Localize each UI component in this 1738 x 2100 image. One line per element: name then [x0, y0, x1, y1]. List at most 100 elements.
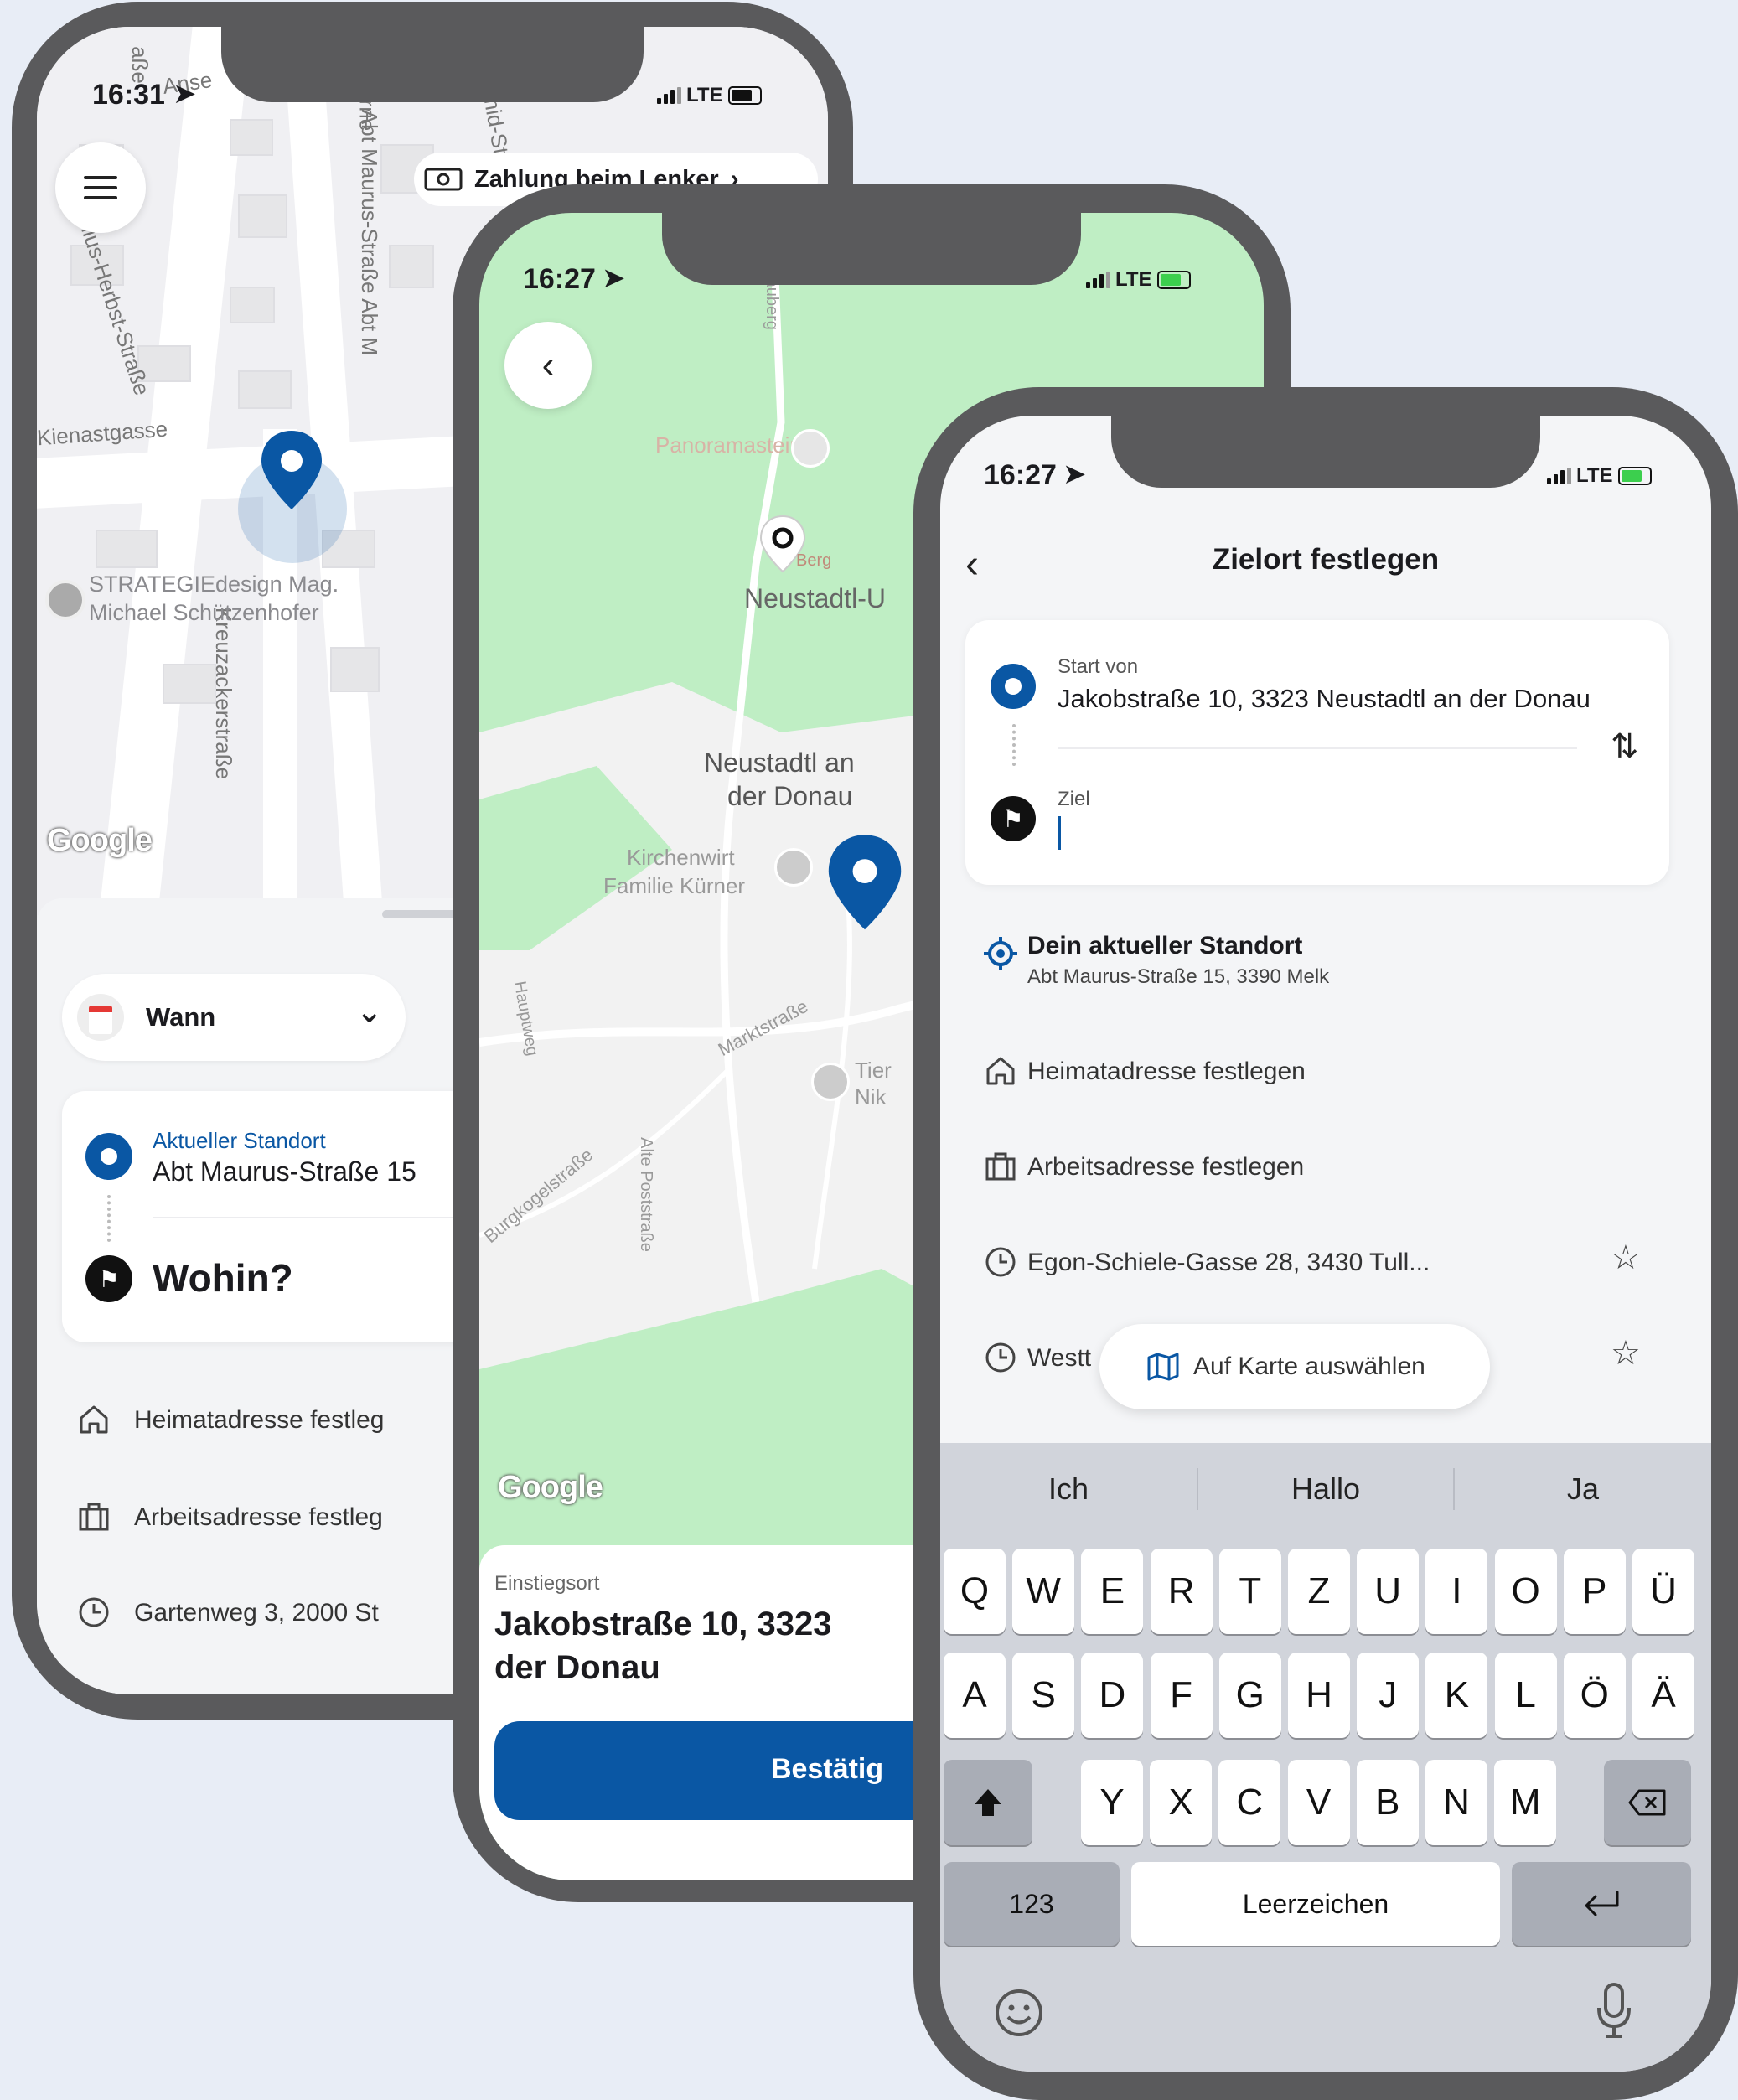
network-label: LTE	[686, 84, 723, 106]
map-icon	[1147, 1353, 1179, 1381]
key-r[interactable]: R	[1150, 1549, 1213, 1634]
menu-button[interactable]	[55, 142, 146, 233]
signal-icon	[657, 87, 681, 104]
recent-row-label[interactable]: Egon-Schiele-Gasse 28, 3430 Tull...	[1027, 1249, 1430, 1277]
briefcase-icon	[75, 1498, 112, 1535]
poi-marker-icon[interactable]	[791, 429, 830, 468]
key-b[interactable]: B	[1356, 1760, 1419, 1845]
when-selector[interactable]: Wann ⌄	[62, 974, 406, 1061]
key-k[interactable]: K	[1425, 1653, 1488, 1738]
key-s[interactable]: S	[1012, 1653, 1075, 1738]
signal-icon	[1547, 468, 1571, 484]
key-x[interactable]: X	[1150, 1760, 1213, 1845]
emoji-icon[interactable]	[994, 1988, 1044, 2038]
key-o[interactable]: O	[1494, 1549, 1557, 1634]
page-title: Zielort festlegen	[1212, 543, 1440, 576]
home-icon	[982, 1053, 1019, 1089]
location-arrow-icon: ➤	[602, 262, 626, 294]
key-p[interactable]: P	[1563, 1549, 1626, 1634]
location-arrow-icon: ➤	[173, 78, 197, 110]
current-location-title[interactable]: Dein aktueller Standort	[1027, 932, 1302, 960]
map-label: Tier	[855, 1058, 892, 1083]
return-key[interactable]	[1512, 1862, 1691, 1946]
key-f[interactable]: F	[1150, 1653, 1213, 1738]
location-pin-icon[interactable]	[258, 429, 325, 513]
work-row-label[interactable]: Arbeitsadresse festleg	[134, 1503, 383, 1532]
whereto-input[interactable]: Wohin?	[153, 1255, 293, 1301]
route-connector	[107, 1195, 114, 1242]
start-value[interactable]: Jakobstraße 10, 3323 Neustadtl an der Do…	[1058, 684, 1591, 714]
recent-row-label[interactable]: Gartenweg 3, 2000 St	[134, 1599, 379, 1627]
route-card: Start von Jakobstraße 10, 3323 Neustadtl…	[965, 620, 1669, 885]
flag-icon: ⚑	[991, 796, 1036, 841]
suggestion-word[interactable]: Ja	[1455, 1472, 1711, 1507]
shift-key[interactable]	[944, 1760, 1032, 1845]
key-l[interactable]: L	[1494, 1653, 1557, 1738]
pickup-pin-icon[interactable]	[825, 833, 905, 934]
key-w[interactable]: W	[1012, 1549, 1075, 1634]
numbers-key[interactable]: 123	[944, 1862, 1120, 1946]
star-icon[interactable]: ☆	[1611, 1334, 1641, 1373]
key-i[interactable]: I	[1425, 1549, 1488, 1634]
microphone-icon[interactable]	[1592, 1981, 1636, 2041]
poi-marker-icon[interactable]	[811, 1063, 850, 1101]
destination-caption: Ziel	[1058, 788, 1090, 810]
key-t[interactable]: T	[1218, 1549, 1281, 1634]
key-ü[interactable]: Ü	[1632, 1549, 1694, 1634]
network-label: LTE	[1576, 464, 1613, 487]
map-street-label: Alte Poststraße	[636, 1137, 655, 1252]
poi-label: Michael Schützenhofer	[89, 600, 319, 625]
backspace-key[interactable]	[1604, 1760, 1691, 1845]
swap-icon[interactable]: ⇅	[1611, 727, 1639, 766]
poi-marker-icon[interactable]	[45, 580, 85, 620]
star-icon[interactable]: ☆	[1611, 1239, 1641, 1277]
key-a[interactable]: A	[944, 1653, 1006, 1738]
key-ä[interactable]: Ä	[1632, 1653, 1694, 1738]
work-row-label[interactable]: Arbeitsadresse festlegen	[1027, 1153, 1304, 1182]
space-key[interactable]: Leerzeichen	[1131, 1862, 1500, 1946]
key-d[interactable]: D	[1081, 1653, 1144, 1738]
key-ö[interactable]: Ö	[1563, 1653, 1626, 1738]
briefcase-icon	[982, 1148, 1019, 1185]
suggestion-word[interactable]: Ich	[940, 1472, 1197, 1507]
home-row-label[interactable]: Heimatadresse festleg	[134, 1406, 384, 1435]
current-location-value[interactable]: Abt Maurus-Straße 15	[153, 1156, 416, 1187]
back-button[interactable]: ‹	[504, 322, 592, 409]
key-m[interactable]: M	[1494, 1760, 1557, 1845]
current-location-subtitle: Abt Maurus-Straße 15, 3390 Melk	[1027, 965, 1330, 988]
recent-row-label[interactable]: Westt	[1027, 1344, 1091, 1373]
key-z[interactable]: Z	[1288, 1549, 1350, 1634]
chevron-down-icon: ⌄	[355, 993, 384, 1030]
status-icons: LTE	[1547, 464, 1652, 488]
phone-right: ‹ Zielort festlegen Start von Jakobstraß…	[913, 387, 1738, 2100]
home-row-label[interactable]: Heimatadresse festlegen	[1027, 1058, 1306, 1086]
key-h[interactable]: H	[1288, 1653, 1350, 1738]
origin-dot-icon	[991, 664, 1036, 709]
key-g[interactable]: G	[1218, 1653, 1281, 1738]
pickup-address: Jakobstraße 10, 3323	[494, 1606, 832, 1642]
status-time: 16:27	[523, 263, 596, 295]
key-c[interactable]: C	[1218, 1760, 1281, 1845]
notch	[662, 184, 1081, 285]
key-y[interactable]: Y	[1081, 1760, 1143, 1845]
key-u[interactable]: U	[1357, 1549, 1420, 1634]
screen-right: ‹ Zielort festlegen Start von Jakobstraß…	[940, 416, 1711, 2072]
suggestion-word[interactable]: Hallo	[1198, 1472, 1453, 1507]
select-on-map-chip[interactable]: Auf Karte auswählen	[1099, 1324, 1490, 1409]
key-e[interactable]: E	[1081, 1549, 1144, 1634]
keyboard: Ich Hallo Ja QWERTZUIOPÜ ASDFGHJKLÖÄ YXC…	[940, 1443, 1711, 2072]
key-q[interactable]: Q	[944, 1549, 1006, 1634]
key-j[interactable]: J	[1357, 1653, 1420, 1738]
chevron-left-icon: ‹	[541, 344, 555, 385]
key-v[interactable]: V	[1287, 1760, 1350, 1845]
numbers-key-label: 123	[1009, 1888, 1054, 1919]
divider	[1058, 747, 1577, 749]
pickup-address: der Donau	[494, 1649, 660, 1686]
map-street-label: Kreuzackerstraße	[211, 607, 237, 780]
destination-input[interactable]	[1058, 816, 1644, 853]
key-n[interactable]: N	[1425, 1760, 1487, 1845]
status-icons: LTE	[1086, 268, 1191, 292]
map-label: Familie Kürner	[603, 873, 746, 898]
origin-dot-icon	[85, 1133, 132, 1180]
poi-marker-icon[interactable]	[774, 848, 813, 887]
